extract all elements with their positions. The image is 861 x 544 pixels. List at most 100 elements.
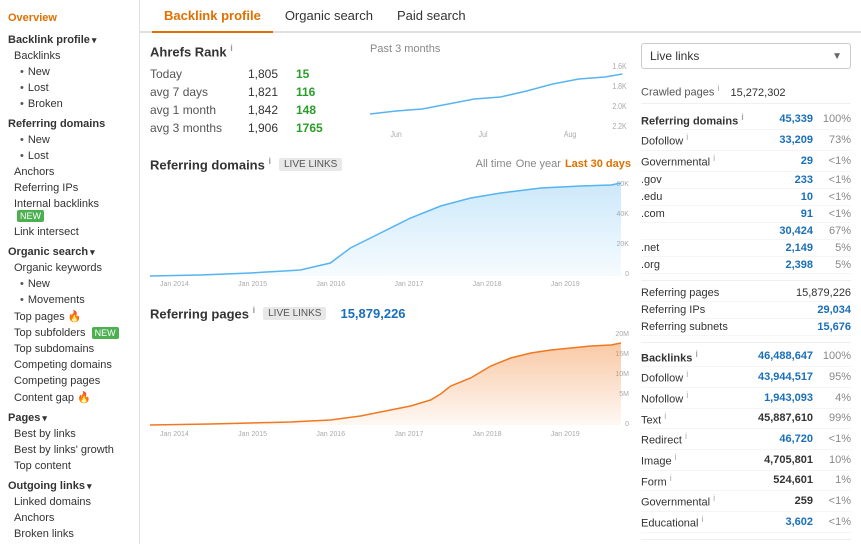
- sidebar-item-internal-backlinks[interactable]: Internal backlinks NEW: [0, 196, 139, 224]
- bl-image-row: Image i 4,705,801 10%: [641, 450, 851, 471]
- sidebar: Overview Backlink profile ▾ Backlinks •N…: [0, 0, 140, 544]
- bl-form-val: 524,601: [758, 474, 813, 486]
- sidebar-item-best-by-links[interactable]: Best by links: [0, 426, 139, 442]
- bl-image-pct: 10%: [813, 454, 851, 466]
- rank-value-3months: 1,906: [248, 121, 288, 135]
- sidebar-item-organic-keywords[interactable]: Organic keywords: [0, 260, 139, 276]
- tab-paid-search[interactable]: Paid search: [385, 0, 478, 33]
- rank-value-7days: 1,821: [248, 85, 288, 99]
- sidebar-item-best-by-links-growth[interactable]: Best by links' growth: [0, 442, 139, 458]
- ahrefs-rank-title: Ahrefs Rank i: [150, 43, 360, 59]
- bl-dofollow-pct: 95%: [813, 371, 851, 383]
- sidebar-item-broken-links[interactable]: Broken links: [0, 526, 139, 542]
- sidebar-item-referring-ips[interactable]: Referring IPs: [0, 180, 139, 196]
- sidebar-item-competing-pages[interactable]: Competing pages: [0, 373, 139, 389]
- governmental-pct: <1%: [813, 155, 851, 167]
- rank-label-1month: avg 1 month: [150, 103, 240, 117]
- right-panel: Live links ▼ Crawled pages i 15,272,302 …: [641, 43, 851, 544]
- sidebar-item-top-subfolders[interactable]: Top subfolders NEW: [0, 325, 139, 341]
- svg-text:20M: 20M: [615, 331, 629, 338]
- referring-pages-value: 15,879,226: [340, 306, 405, 321]
- sidebar-item-lost-ref[interactable]: •Lost: [0, 148, 139, 164]
- edu-key: .edu: [641, 191, 758, 203]
- referring-domains-header: Referring domains i LIVE LINKS All time …: [150, 156, 631, 172]
- ref-pages-stat-row: Referring pages 15,879,226: [641, 285, 851, 302]
- live-links-dropdown[interactable]: Live links ▼: [641, 43, 851, 69]
- filter-one-year[interactable]: One year: [516, 158, 561, 170]
- ref-subnets-stat-val: 15,676: [796, 321, 851, 333]
- rank-value-1month: 1,842: [248, 103, 288, 117]
- content-area: Ahrefs Rank i Today 1,805 15 avg 7 days …: [140, 33, 861, 544]
- org-key: .org: [641, 259, 758, 271]
- sidebar-item-linked-domains[interactable]: Linked domains: [0, 494, 139, 510]
- sidebar-item-top-subdomains[interactable]: Top subdomains: [0, 341, 139, 357]
- dropdown-arrow-icon: ▼: [832, 51, 842, 62]
- ref-domains-key: Referring domains i: [641, 112, 758, 128]
- edu-val: 10: [758, 191, 813, 203]
- svg-text:Jan 2019: Jan 2019: [551, 431, 580, 438]
- ref-ips-stat-val: 29,034: [796, 304, 851, 316]
- ahrefs-rank-table: Ahrefs Rank i Today 1,805 15 avg 7 days …: [150, 43, 360, 142]
- svg-text:Aug: Aug: [564, 130, 576, 139]
- com2-val: 30,424: [758, 225, 813, 237]
- sidebar-item-top-content[interactable]: Top content: [0, 458, 139, 474]
- bl-redirect-key: Redirect i: [641, 431, 758, 447]
- rank-change-3months: 1765: [296, 121, 323, 135]
- ahrefs-rank-svg: 1.6K 1.8K 2.0K 2.2K Jun Jul Aug: [370, 59, 631, 139]
- bl-nofollow-val: 1,943,093: [758, 392, 813, 404]
- gov-val: 233: [758, 174, 813, 186]
- tab-organic-search[interactable]: Organic search: [273, 0, 385, 33]
- sidebar-item-competing-domains[interactable]: Competing domains: [0, 357, 139, 373]
- sidebar-item-backlinks[interactable]: Backlinks: [0, 48, 139, 64]
- sidebar-item-content-gap[interactable]: Content gap 🔥: [0, 389, 139, 406]
- sidebar-section-referring-domains[interactable]: Referring domains: [0, 112, 139, 132]
- ahrefs-rank-chart: Past 3 months 1.6K 1.8K 2.0K 2.2K Jun Ju…: [370, 43, 631, 142]
- svg-text:2.2K: 2.2K: [612, 122, 626, 132]
- bl-governmental-pct: <1%: [813, 495, 851, 507]
- sidebar-section-organic-search[interactable]: Organic search ▾: [0, 240, 139, 260]
- dropdown-label: Live links: [650, 49, 699, 63]
- sidebar-item-link-intersect[interactable]: Link intersect: [0, 224, 139, 240]
- main-content: Backlink profile Organic search Paid sea…: [140, 0, 861, 544]
- chart-period-label: Past 3 months: [370, 43, 631, 55]
- svg-text:2.0K: 2.0K: [612, 102, 626, 112]
- bl-text-row: Text i 45,887,610 99%: [641, 409, 851, 430]
- sidebar-item-new-backlinks[interactable]: •New: [0, 64, 139, 80]
- org-val: 2,398: [758, 259, 813, 271]
- tab-backlink-profile[interactable]: Backlink profile: [152, 0, 273, 33]
- sidebar-item-new-organic[interactable]: •New: [0, 276, 139, 292]
- sidebar-overview[interactable]: Overview: [0, 8, 139, 28]
- sidebar-item-anchors[interactable]: Anchors: [0, 164, 139, 180]
- rank-row-3months: avg 3 months 1,906 1765: [150, 119, 360, 137]
- filter-all-time[interactable]: All time: [476, 158, 512, 170]
- sidebar-section-backlink-profile[interactable]: Backlink profile ▾: [0, 28, 139, 48]
- sidebar-item-outgoing-anchors[interactable]: Anchors: [0, 510, 139, 526]
- sidebar-section-pages[interactable]: Pages ▾: [0, 406, 139, 426]
- sidebar-item-broken-backlinks[interactable]: •Broken: [0, 96, 139, 112]
- gov-pct: <1%: [813, 174, 851, 186]
- sidebar-item-movements[interactable]: •Movements: [0, 292, 139, 308]
- bl-governmental-row: Governmental i 259 <1%: [641, 491, 851, 512]
- sidebar-item-lost-backlinks[interactable]: •Lost: [0, 80, 139, 96]
- ref-subnets-stat-key: Referring subnets: [641, 321, 796, 333]
- sidebar-section-outgoing-links[interactable]: Outgoing links ▾: [0, 474, 139, 494]
- com-row: .com 91 <1%: [641, 206, 851, 223]
- sidebar-item-new-ref[interactable]: •New: [0, 132, 139, 148]
- net-pct: 5%: [813, 242, 851, 254]
- bl-nofollow-pct: 4%: [813, 392, 851, 404]
- svg-text:Jan 2015: Jan 2015: [238, 431, 267, 438]
- bl-redirect-pct: <1%: [813, 433, 851, 445]
- com-val: 91: [758, 208, 813, 220]
- svg-text:Jan 2015: Jan 2015: [238, 281, 267, 288]
- filter-last-30-days[interactable]: Last 30 days: [565, 158, 631, 170]
- ref-subnets-stat-row: Referring subnets 15,676: [641, 319, 851, 336]
- rank-label-3months: avg 3 months: [150, 121, 240, 135]
- svg-text:1.6K: 1.6K: [612, 62, 626, 72]
- bl-text-key: Text i: [641, 411, 758, 427]
- sidebar-item-top-pages[interactable]: Top pages 🔥: [0, 308, 139, 325]
- gov-row: .gov 233 <1%: [641, 172, 851, 189]
- bl-nofollow-key: Nofollow i: [641, 390, 758, 406]
- bl-dofollow-val: 43,944,517: [758, 371, 813, 383]
- svg-text:0: 0: [625, 421, 629, 428]
- backlinks-val: 46,488,647: [758, 350, 813, 362]
